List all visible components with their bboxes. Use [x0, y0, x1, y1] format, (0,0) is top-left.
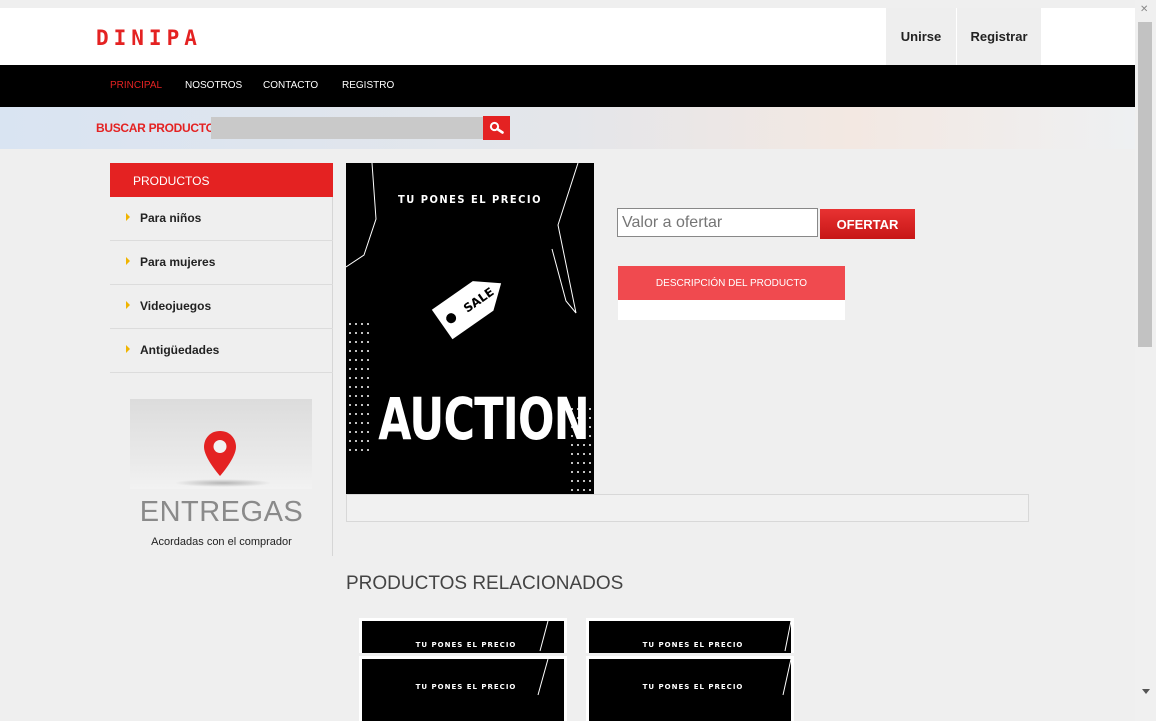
sale-tag-icon: SALE	[431, 281, 502, 340]
main-nav: PRINCIPAL NOSOTROS CONTACTO REGISTRO	[0, 65, 1135, 107]
product-description-panel	[618, 300, 845, 320]
related-product-caption: TU PONES EL PRECIO	[642, 641, 744, 649]
sidebar-item-label: Para mujeres	[140, 255, 216, 269]
arrow-right-icon	[126, 345, 130, 353]
arrow-right-icon	[126, 213, 130, 221]
related-product-caption: TU PONES EL PRECIO	[415, 683, 517, 691]
related-products-title: PRODUCTOS RELACIONADOS	[346, 573, 624, 594]
pin-shadow	[174, 479, 272, 487]
product-auction-text: AUCTION	[378, 385, 589, 453]
search-icon	[489, 121, 504, 134]
search-label: BUSCAR PRODUCTO	[96, 121, 215, 135]
sidebar-item-mujeres[interactable]: Para mujeres	[110, 241, 333, 285]
scrollbar-thumb[interactable]	[1138, 22, 1152, 347]
nav-item-nosotros[interactable]: NOSOTROS	[185, 80, 242, 91]
related-product-card[interactable]: TU PONES EL PRECIO	[586, 656, 794, 721]
arrow-right-icon	[126, 301, 130, 309]
join-button[interactable]: Unirse	[886, 8, 956, 65]
delivery-title: ENTREGAS	[139, 496, 304, 528]
product-image: SALE TU PONES EL PRECIO AUCTION	[346, 163, 594, 494]
arrow-right-icon	[126, 257, 130, 265]
sidebar-item-ninos[interactable]: Para niños	[110, 197, 333, 241]
related-product-card[interactable]: TU PONES EL PRECIO	[359, 618, 567, 653]
related-product-caption: TU PONES EL PRECIO	[642, 683, 744, 691]
sidebar-title: PRODUCTOS	[110, 163, 333, 197]
product-headline: TU PONES EL PRECIO	[397, 193, 542, 206]
sidebar-item-label: Videojuegos	[140, 299, 212, 313]
search-button[interactable]	[483, 116, 510, 140]
register-button[interactable]: Registrar	[957, 8, 1041, 65]
content-area: DINIPA Unirse Registrar PRINCIPAL NOSOTR…	[0, 0, 1135, 721]
sidebar-item-videojuegos[interactable]: Videojuegos	[110, 285, 333, 329]
sidebar-item-antiguedades[interactable]: Antigüedades	[110, 329, 333, 373]
category-sidebar: PRODUCTOS Para niños Para mujeres Videoj…	[110, 163, 333, 556]
scroll-up-icon[interactable]: ✕	[1140, 4, 1148, 15]
product-info-bar	[346, 494, 1029, 522]
delivery-promo-image	[130, 399, 312, 489]
nav-item-principal[interactable]: PRINCIPAL	[110, 80, 162, 91]
nav-item-registro[interactable]: REGISTRO	[342, 80, 394, 91]
sidebar-item-label: Antigüedades	[140, 343, 220, 357]
related-product-card[interactable]: TU PONES EL PRECIO	[359, 656, 567, 721]
search-input[interactable]	[211, 117, 483, 139]
offer-value-input[interactable]	[617, 208, 818, 237]
search-bar: BUSCAR PRODUCTO	[0, 107, 1135, 149]
delivery-subtitle: Acordadas con el comprador	[151, 536, 292, 548]
related-product-card[interactable]: TU PONES EL PRECIO	[586, 618, 794, 653]
nav-item-contacto[interactable]: CONTACTO	[263, 80, 318, 91]
vertical-scrollbar[interactable]: ✕	[1135, 0, 1156, 721]
tab-product-description[interactable]: DESCRIPCIÓN DEL PRODUCTO	[618, 266, 845, 300]
related-product-caption: TU PONES EL PRECIO	[415, 641, 517, 649]
scroll-down-icon[interactable]	[1142, 689, 1150, 694]
site-header: DINIPA Unirse Registrar	[0, 8, 1135, 65]
sidebar-item-label: Para niños	[140, 211, 202, 225]
page: DINIPA Unirse Registrar PRINCIPAL NOSOTR…	[0, 0, 1156, 721]
site-logo[interactable]: DINIPA	[96, 26, 202, 50]
offer-button[interactable]: OFERTAR	[820, 209, 915, 239]
map-pin-icon	[204, 431, 236, 476]
